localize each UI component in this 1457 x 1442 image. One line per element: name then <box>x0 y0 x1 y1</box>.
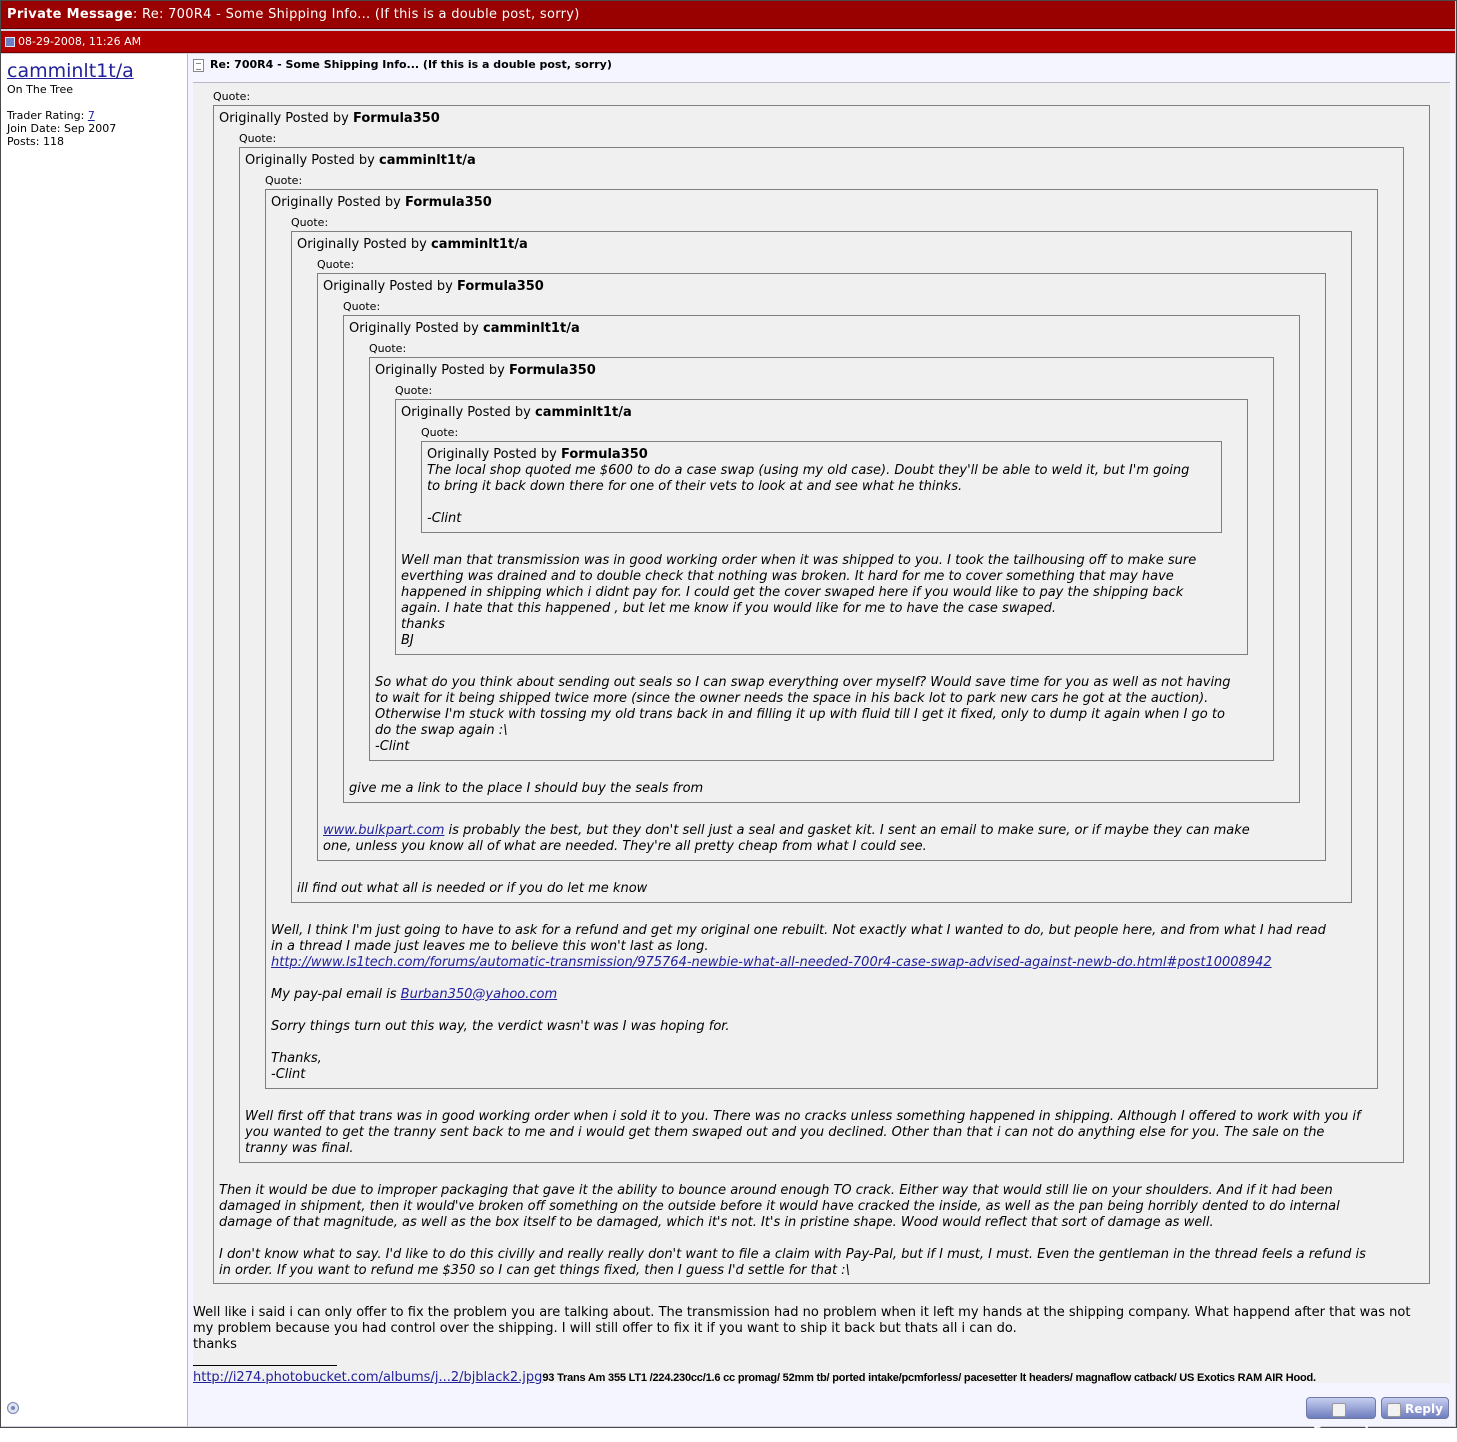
forward-icon <box>1332 1402 1346 1417</box>
message-text: Well like i said i can only offer to fix… <box>193 1305 1411 1352</box>
quote-label: Quote: <box>239 132 277 145</box>
quote-attribution: Originally Posted by camminlt1t/a <box>401 405 632 420</box>
title-text: : Re: 700R4 - Some Shipping Info... (If … <box>132 7 580 22</box>
trader-rating: Trader Rating: 7 <box>7 109 95 122</box>
quote-5-text: www.bulkpart.com is probably the best, b… <box>323 823 1250 854</box>
bulkpart-link[interactable]: www.bulkpart.com <box>323 823 444 838</box>
quote-4-text: ill find out what all is needed or if yo… <box>297 881 648 896</box>
signature: http://i274.photobucket.com/albums/j...2… <box>193 1370 1316 1385</box>
signature-divider <box>193 1365 337 1366</box>
quote-attribution: Originally Posted by Formula350 <box>375 363 596 378</box>
quote-attribution: Originally Posted by camminlt1t/a <box>349 321 580 336</box>
signature-text: 93 Trans Am 355 LT1 /224.230cc/1.6 cc pr… <box>542 1372 1316 1384</box>
quote-label: Quote: <box>395 384 433 397</box>
date-bar: 08-29-2008, 11:26 AM <box>1 31 1455 53</box>
message-icon <box>193 58 204 72</box>
quote-attribution: Originally Posted by Formula350 <box>323 279 544 294</box>
quote-label: Quote: <box>421 426 459 439</box>
post-status-icon <box>5 37 15 47</box>
quote-label: Quote: <box>213 90 251 103</box>
user-stats: Trader Rating: 7 Join Date: Sep 2007 Pos… <box>7 109 116 148</box>
quote-label: Quote: <box>291 216 329 229</box>
ls1tech-thread-link[interactable]: http://www.ls1tech.com/forums/automatic-… <box>271 955 1272 970</box>
reply-icon <box>1387 1402 1402 1417</box>
user-title: On The Tree <box>7 83 73 96</box>
quote-6-text: give me a link to the place I should buy… <box>349 781 704 796</box>
user-online-icon <box>7 1402 19 1414</box>
post-date: 08-29-2008, 11:26 AM <box>18 35 142 48</box>
photobucket-link[interactable]: http://i274.photobucket.com/albums/j...2… <box>193 1370 542 1385</box>
title-bar: Private Message: Re: 700R4 - Some Shippi… <box>1 1 1455 29</box>
trader-rating-link[interactable]: 7 <box>88 109 95 122</box>
quote-7-text: So what do you think about sending out s… <box>375 675 1231 754</box>
quote-label: Quote: <box>343 300 381 313</box>
join-date: Join Date: Sep 2007 <box>7 122 117 135</box>
user-info-column: camminlt1t/a On The Tree Trader Rating: … <box>1 54 188 1426</box>
quote-label: Quote: <box>369 342 407 355</box>
quote-9-text: The local shop quoted me $600 to do a ca… <box>427 463 1190 526</box>
quote-2-text: Well first off that trans was in good wo… <box>245 1109 1361 1156</box>
quote-attribution: Originally Posted by camminlt1t/a <box>245 153 476 168</box>
quote-attribution: Originally Posted by camminlt1t/a <box>297 237 528 252</box>
username-link[interactable]: camminlt1t/a <box>7 60 134 82</box>
quote-attribution: Originally Posted by Formula350 <box>219 111 440 126</box>
post-count: Posts: 118 <box>7 135 64 148</box>
quote-1-text: Then it would be due to improper packagi… <box>219 1183 1366 1278</box>
message-title: Re: 700R4 - Some Shipping Info... (If th… <box>193 58 612 72</box>
email-link[interactable]: Burban350@yahoo.com <box>401 987 557 1002</box>
quote-attribution: Originally Posted by Formula350 <box>427 447 648 462</box>
reply-button[interactable]: Reply <box>1381 1397 1449 1419</box>
quote-label: Quote: <box>317 258 355 271</box>
quote-3-text: Well, I think I'm just going to have to … <box>271 923 1326 1082</box>
title-prefix: Private Message <box>7 7 133 22</box>
quote-8-text: Well man that transmission was in good w… <box>401 553 1197 648</box>
forward-button[interactable]: Forward <box>1306 1397 1376 1438</box>
quote-attribution: Originally Posted by Formula350 <box>271 195 492 210</box>
quote-label: Quote: <box>265 174 303 187</box>
